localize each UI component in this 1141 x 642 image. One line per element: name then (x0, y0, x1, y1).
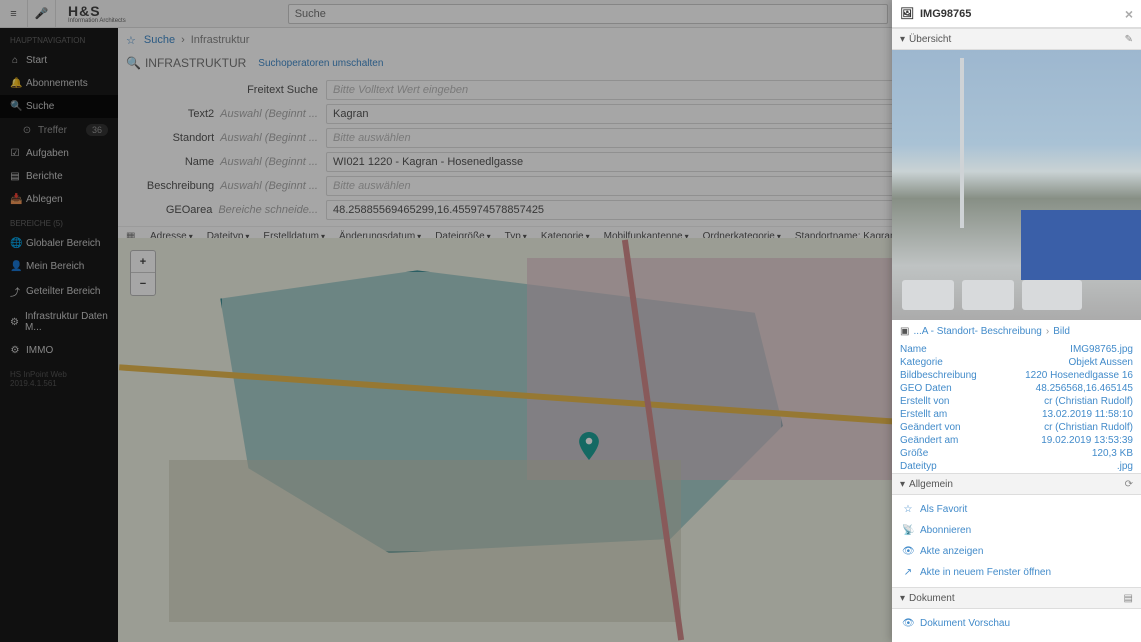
section-overview-label: Übersicht (909, 34, 951, 45)
action-label: Abonnieren (920, 525, 971, 536)
action-icon: ↗ (902, 567, 914, 578)
chevron-down-icon[interactable]: ▾ (900, 593, 905, 604)
meta-value: 48.256568,16.465145 (1036, 383, 1133, 394)
action-akte-anzeigen[interactable]: 👁 Akte anzeigen (892, 541, 1141, 562)
meta-key: Erstellt von (900, 396, 949, 407)
meta-value: Objekt Aussen (1069, 357, 1133, 368)
action-label: Akte anzeigen (920, 546, 983, 557)
meta-value: IMG98765.jpg (1070, 344, 1133, 355)
action-icon: 📡 (902, 525, 914, 536)
refresh-icon[interactable]: ⟳ (1125, 479, 1133, 490)
action-icon: 👁 (902, 618, 914, 629)
edit-icon[interactable]: ✎ (1125, 34, 1133, 45)
panel-bc-item[interactable]: Bild (1053, 326, 1070, 337)
meta-key: Geändert am (900, 435, 958, 446)
action-akte-in-neuem-fenster-öffnen[interactable]: ↗ Akte in neuem Fenster öffnen (892, 562, 1141, 583)
doc-icon[interactable]: ▤ (1124, 593, 1133, 604)
meta-value: 1220 Hosenedlgasse 16 (1025, 370, 1133, 381)
action-label: Dokument Vorschau (920, 618, 1010, 629)
meta-key: Name (900, 344, 927, 355)
meta-key: Dateityp (900, 461, 937, 472)
meta-key: Bildbeschreibung (900, 370, 977, 381)
meta-value: 19.02.2019 13:53:39 (1041, 435, 1133, 446)
chevron-down-icon[interactable]: ▾ (900, 34, 905, 45)
action-label: Akte in neuem Fenster öffnen (920, 567, 1051, 578)
folder-icon: ▣ (900, 326, 909, 337)
panel-bc-item[interactable]: ...A - Standort- Beschreibung (913, 326, 1041, 337)
preview-image[interactable] (892, 50, 1141, 320)
action-dokument-vorschau[interactable]: 👁 Dokument Vorschau (892, 613, 1141, 634)
meta-key: Größe (900, 448, 928, 459)
meta-value: 13.02.2019 11:58:10 (1042, 409, 1133, 420)
detail-panel: 🖼 IMG98765 × ▾ Übersicht ✎ ▣ ...A - Stan… (892, 0, 1141, 642)
meta-key: Kategorie (900, 357, 943, 368)
action-icon: ☆ (902, 504, 914, 515)
action-icon: 👁 (902, 546, 914, 557)
meta-value: 120,3 KB (1092, 448, 1133, 459)
action-abonnieren[interactable]: 📡 Abonnieren (892, 520, 1141, 541)
action-als-favorit[interactable]: ☆ Als Favorit (892, 499, 1141, 520)
meta-value: .jpg (1117, 461, 1133, 472)
file-icon: 🖼 (900, 7, 914, 20)
meta-key: Geändert von (900, 422, 961, 433)
section-general-label: Allgemein (909, 479, 953, 490)
meta-key: Erstellt am (900, 409, 947, 420)
meta-value: cr (Christian Rudolf) (1044, 422, 1133, 433)
meta-key: GEO Daten (900, 383, 952, 394)
close-icon[interactable]: × (1125, 6, 1133, 22)
section-doc-label: Dokument (909, 593, 955, 604)
chevron-down-icon[interactable]: ▾ (900, 479, 905, 490)
modal-dim[interactable] (0, 0, 892, 642)
panel-title: IMG98765 (920, 8, 971, 20)
meta-value: cr (Christian Rudolf) (1044, 396, 1133, 407)
action-label: Als Favorit (920, 504, 967, 515)
panel-breadcrumb: ▣ ...A - Standort- Beschreibung › Bild (892, 320, 1141, 343)
